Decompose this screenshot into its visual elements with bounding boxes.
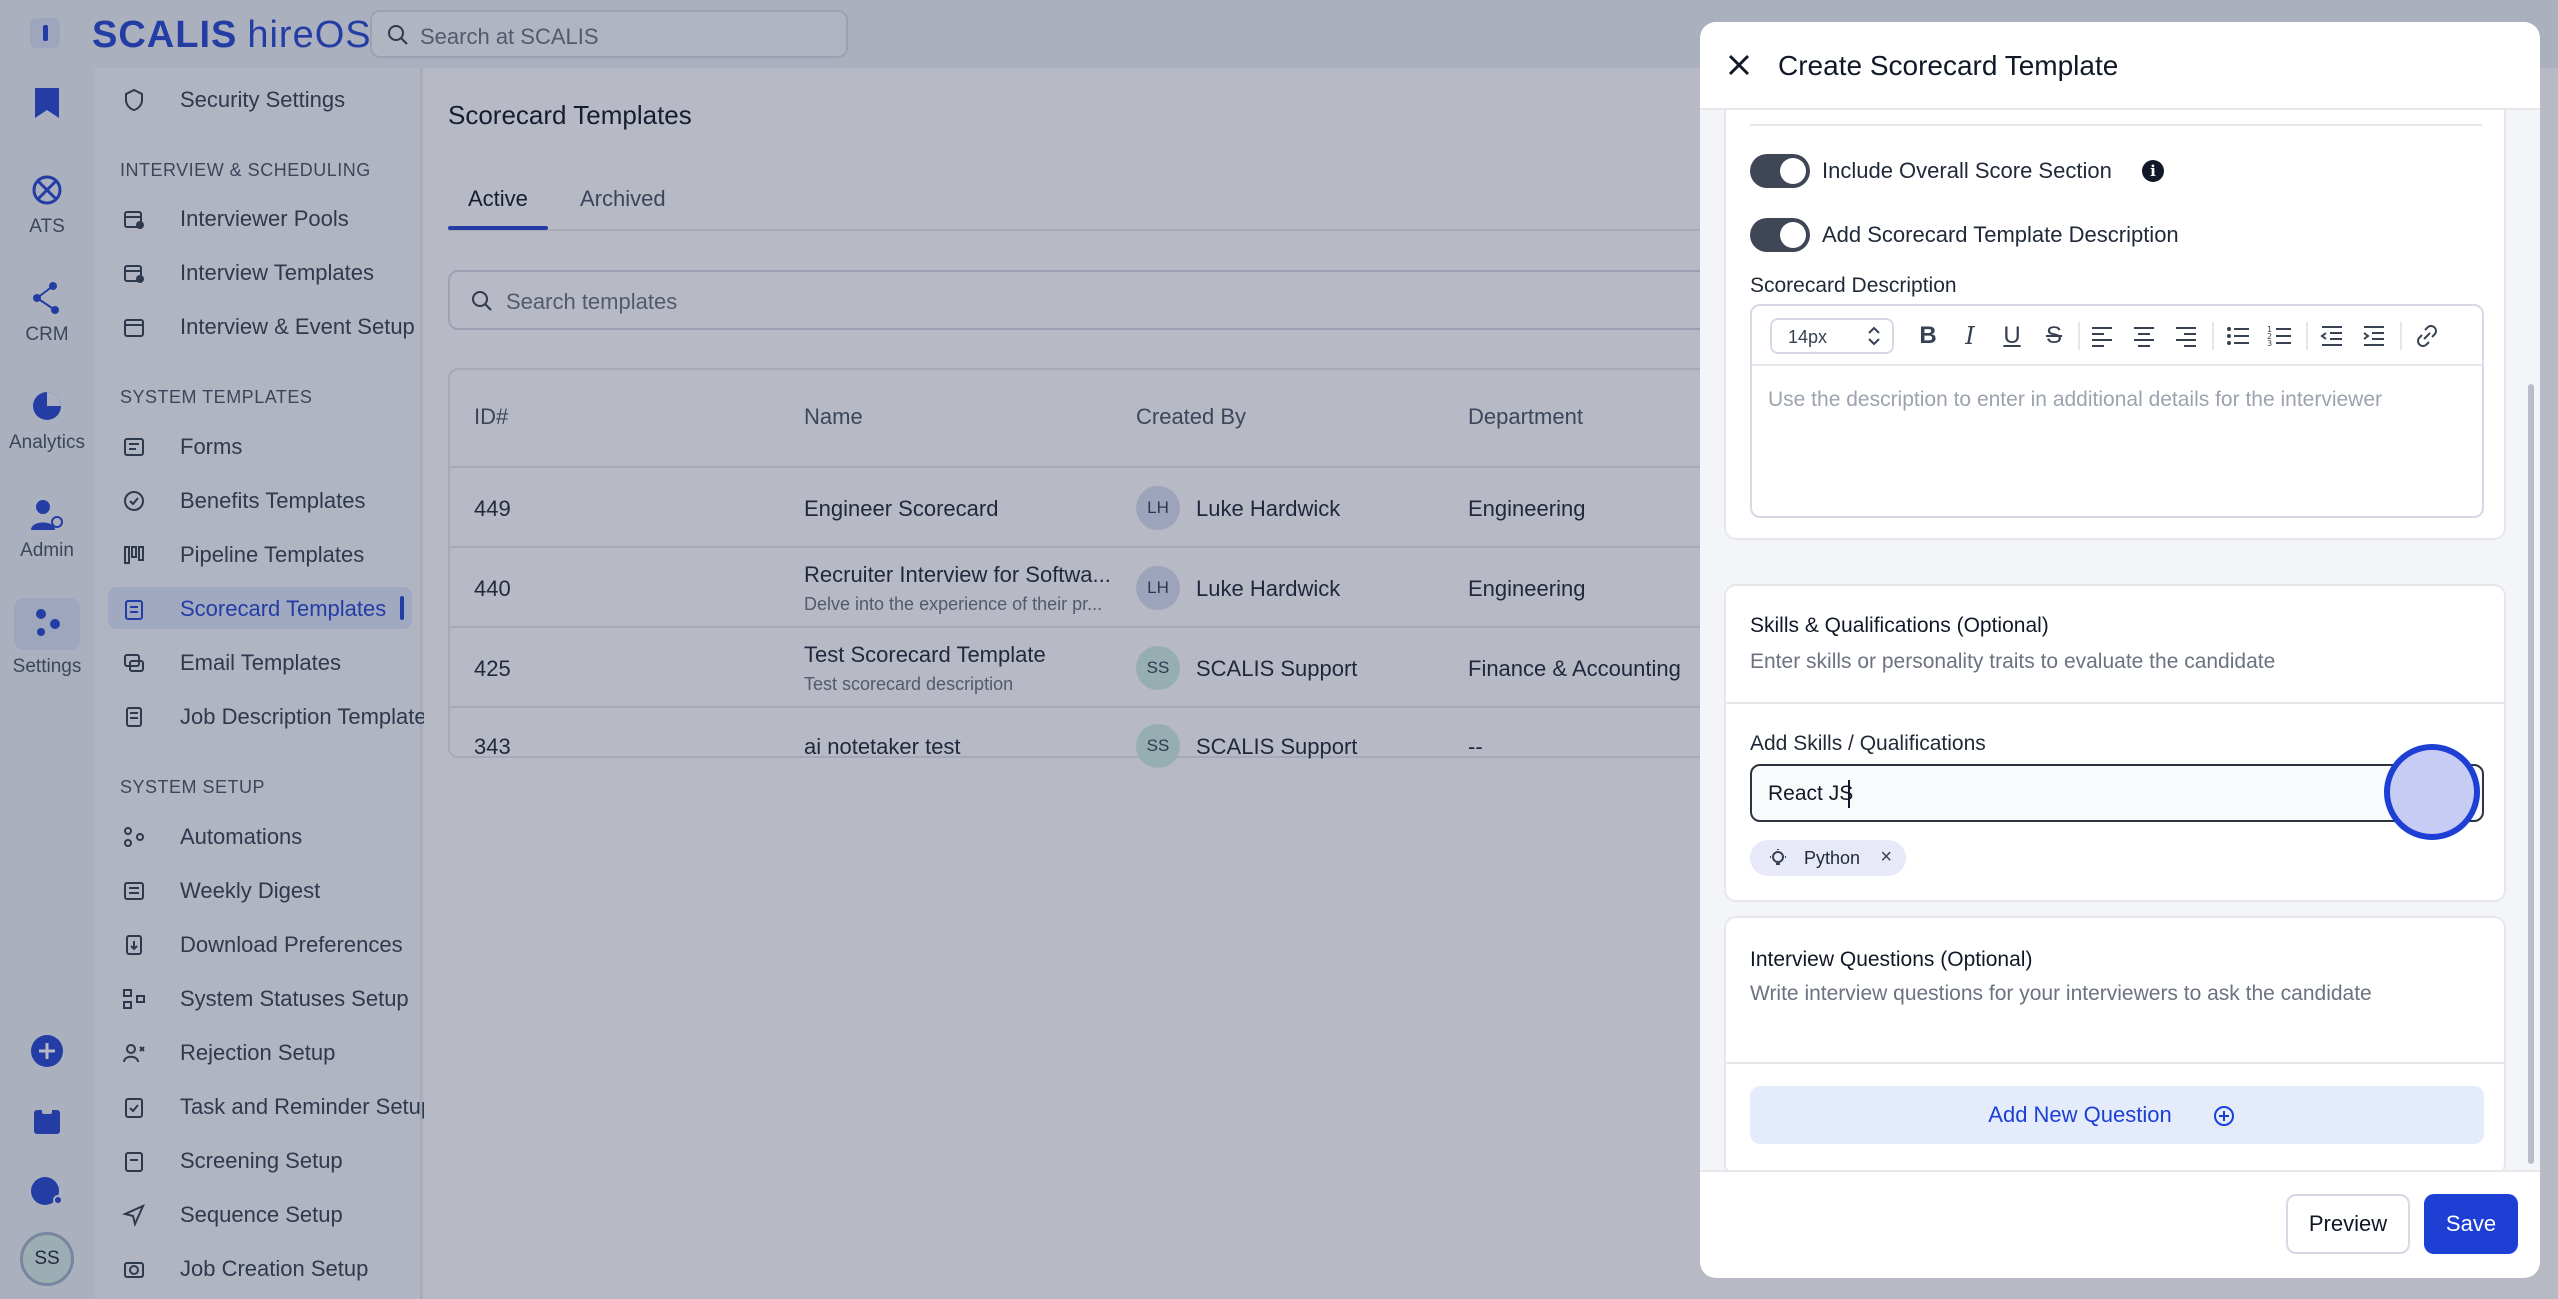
divider [1750, 124, 2482, 126]
font-size-value: 14px [1788, 327, 1828, 347]
skills-input[interactable]: React JS [1750, 764, 2484, 822]
toolbar-separator [2078, 322, 2080, 350]
skills-input-value: React JS [1768, 782, 1854, 805]
align-left-icon[interactable] [2088, 322, 2116, 350]
settings-card: Include Overall Score Section i Add Scor… [1724, 110, 2506, 540]
panel-body: Include Overall Score Section i Add Scor… [1700, 108, 2540, 1172]
description-toggle[interactable] [1750, 218, 1810, 252]
overall-score-label: Include Overall Score Section [1822, 158, 2112, 183]
save-button[interactable]: Save [2424, 1194, 2518, 1254]
outdent-icon[interactable] [2318, 322, 2346, 350]
divider [1726, 702, 2504, 704]
svg-text:3: 3 [2267, 339, 2272, 348]
questions-title: Interview Questions (Optional) [1750, 948, 2033, 971]
font-size-select[interactable]: 14px [1770, 318, 1894, 354]
questions-card: Interview Questions (Optional) Write int… [1724, 916, 2506, 1170]
align-center-icon[interactable] [2130, 322, 2158, 350]
chevron-up-down-icon [1868, 326, 1880, 346]
questions-subtitle: Write interview questions for your inter… [1750, 982, 2372, 1005]
bold-icon[interactable]: B [1912, 320, 1944, 352]
add-question-label: Add New Question [1988, 1102, 2172, 1127]
description-toggle-label: Add Scorecard Template Description [1822, 222, 2179, 247]
skills-card: Skills & Qualifications (Optional) Enter… [1724, 584, 2506, 902]
description-placeholder: Use the description to enter in addition… [1768, 388, 2383, 411]
toolbar-separator [2400, 322, 2402, 350]
panel-title: Create Scorecard Template [1778, 50, 2119, 81]
divider [1726, 1062, 2504, 1064]
skills-title: Skills & Qualifications (Optional) [1750, 614, 2049, 637]
skills-subtitle: Enter skills or personality traits to ev… [1750, 650, 2276, 673]
toolbar-separator [2306, 322, 2308, 350]
skills-input-label: Add Skills / Qualifications [1750, 732, 1986, 755]
skill-chip-label: Python [1804, 848, 1861, 868]
text-caret [1848, 780, 1850, 808]
lightbulb-icon [1770, 849, 1786, 865]
overall-score-toggle[interactable] [1750, 154, 1810, 188]
description-label: Scorecard Description [1750, 274, 1957, 297]
underline-icon[interactable]: U [1996, 320, 2028, 352]
toolbar-separator [2212, 322, 2214, 350]
strikethrough-icon[interactable]: S [2038, 320, 2070, 352]
bullet-list-icon[interactable] [2224, 322, 2252, 350]
create-scorecard-panel: Create Scorecard Template Include Overal… [1700, 22, 2540, 1278]
panel-scrollbar[interactable] [2528, 384, 2534, 1164]
skill-chip: Python × [1750, 840, 1906, 876]
add-skill-button[interactable] [2384, 744, 2480, 840]
editor-toolbar: 14px B I U S 123 [1752, 306, 2482, 366]
link-icon[interactable] [2412, 322, 2442, 350]
remove-chip-icon[interactable]: × [1880, 846, 1892, 869]
plus-circle-icon [2214, 1106, 2234, 1126]
add-question-button[interactable]: Add New Question [1750, 1086, 2484, 1144]
indent-icon[interactable] [2360, 322, 2388, 350]
italic-icon[interactable]: I [1954, 320, 1986, 352]
description-editor[interactable]: 14px B I U S 123 Use the description to … [1750, 304, 2484, 518]
info-icon[interactable]: i [2142, 160, 2164, 182]
align-right-icon[interactable] [2172, 322, 2200, 350]
numbered-list-icon[interactable]: 123 [2266, 322, 2294, 350]
close-icon[interactable] [1726, 52, 1752, 78]
preview-button[interactable]: Preview [2286, 1194, 2410, 1254]
